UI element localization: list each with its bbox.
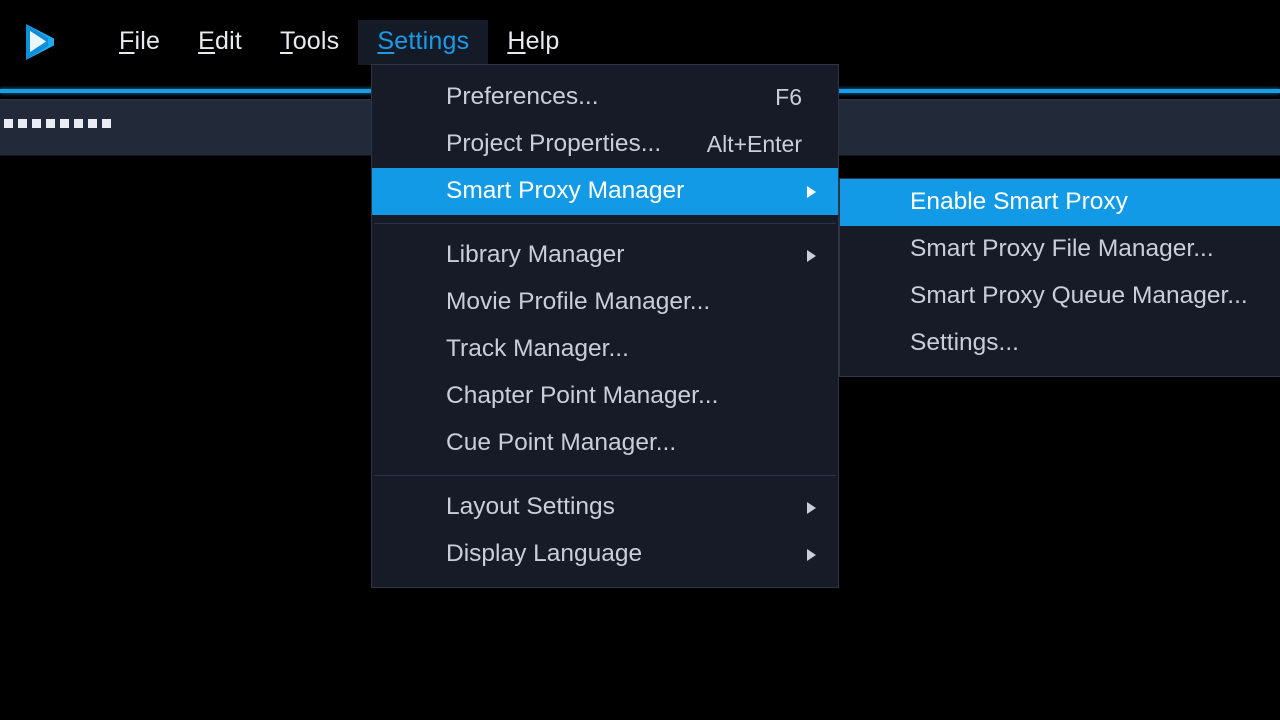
grip-dot xyxy=(102,119,111,128)
menu-item-label: Settings... xyxy=(910,329,1019,357)
menubar-item-label: ools xyxy=(292,26,340,55)
grip-dot xyxy=(60,119,69,128)
submenu-arrow-icon xyxy=(807,501,816,514)
menu-item-label: Library Manager xyxy=(446,241,625,269)
menubar-item-tools[interactable]: Tools xyxy=(261,20,358,65)
menu-separator xyxy=(374,223,836,224)
menubar-item-mnemonic: S xyxy=(377,26,395,55)
menu-item-label: Enable Smart Proxy xyxy=(910,188,1128,216)
menubar-item-file[interactable]: File xyxy=(100,20,179,65)
app-logo-icon[interactable] xyxy=(18,20,62,64)
menu-item[interactable]: Display Language xyxy=(372,531,838,578)
menubar-item-mnemonic: E xyxy=(198,26,215,55)
settings-dropdown-menu: Preferences... F6 Project Properties... Alt… xyxy=(371,64,839,588)
menubar-item-help[interactable]: Help xyxy=(488,20,578,65)
menu-item[interactable]: Smart Proxy File Manager... xyxy=(840,226,1280,273)
menubar-item-label: ettings xyxy=(394,26,470,55)
menu-item-label: Smart Proxy File Manager... xyxy=(910,235,1214,263)
menu-item[interactable]: Cue Point Manager... xyxy=(372,420,838,467)
grip-dot xyxy=(18,119,27,128)
menubar-item-mnemonic: T xyxy=(280,26,293,55)
grip-dot xyxy=(32,119,41,128)
grip-dot xyxy=(4,119,13,128)
menu-item-label: Smart Proxy Queue Manager... xyxy=(910,282,1248,310)
menu-item-label: Display Language xyxy=(446,540,643,568)
menu-item-label: Movie Profile Manager... xyxy=(446,288,711,316)
menu-item-shortcut: Alt+Enter xyxy=(706,131,802,157)
menu-item[interactable]: Smart Proxy Queue Manager... xyxy=(840,273,1280,320)
menu-item[interactable]: Preferences... F6 xyxy=(372,74,838,121)
menubar-item-mnemonic: F xyxy=(119,26,135,55)
menu-item-label: Layout Settings xyxy=(446,493,615,521)
submenu-arrow-icon xyxy=(807,185,816,198)
menu-item[interactable]: Smart Proxy Manager xyxy=(372,168,838,215)
menu-item-shortcut: F6 xyxy=(775,84,802,110)
menu-item-label: Smart Proxy Manager xyxy=(446,177,685,205)
menu-item[interactable]: Movie Profile Manager... xyxy=(372,279,838,326)
menu-item[interactable]: Track Manager... xyxy=(372,326,838,373)
menu-item[interactable]: Chapter Point Manager... xyxy=(372,373,838,420)
grip-dot xyxy=(46,119,55,128)
menubar-item-mnemonic: H xyxy=(507,26,526,55)
menu-item[interactable]: Library Manager xyxy=(372,232,838,279)
menubar-item-edit[interactable]: Edit xyxy=(179,20,261,65)
menu-item[interactable]: Layout Settings xyxy=(372,484,838,531)
menu-separator xyxy=(374,475,836,476)
menubar-item-label: dit xyxy=(214,26,242,55)
menubar-item-label: elp xyxy=(525,26,560,55)
drag-grip-icon[interactable] xyxy=(4,119,111,128)
menu-item-label: Cue Point Manager... xyxy=(446,429,677,457)
grip-dot xyxy=(74,119,83,128)
menu-item-label: Chapter Point Manager... xyxy=(446,382,719,410)
menu-item[interactable]: Enable Smart Proxy xyxy=(840,179,1280,226)
menu-item-label: Project Properties... xyxy=(446,130,662,158)
grip-dot xyxy=(88,119,97,128)
menu-item-label: Preferences... xyxy=(446,83,599,111)
menu-item[interactable]: Project Properties... Alt+Enter xyxy=(372,121,838,168)
submenu-arrow-icon xyxy=(807,548,816,561)
smart-proxy-submenu: Enable Smart Proxy Smart Proxy File Manag… xyxy=(839,178,1280,377)
application-window: File Edit Tools Settings Help Preferences...… xyxy=(0,0,1280,720)
menu-item[interactable]: Settings... xyxy=(840,320,1280,367)
submenu-arrow-icon xyxy=(807,249,816,262)
menubar-item-settings[interactable]: Settings xyxy=(358,19,489,65)
menu-item-label: Track Manager... xyxy=(446,335,629,363)
menubar-item-label: ile xyxy=(134,26,161,55)
